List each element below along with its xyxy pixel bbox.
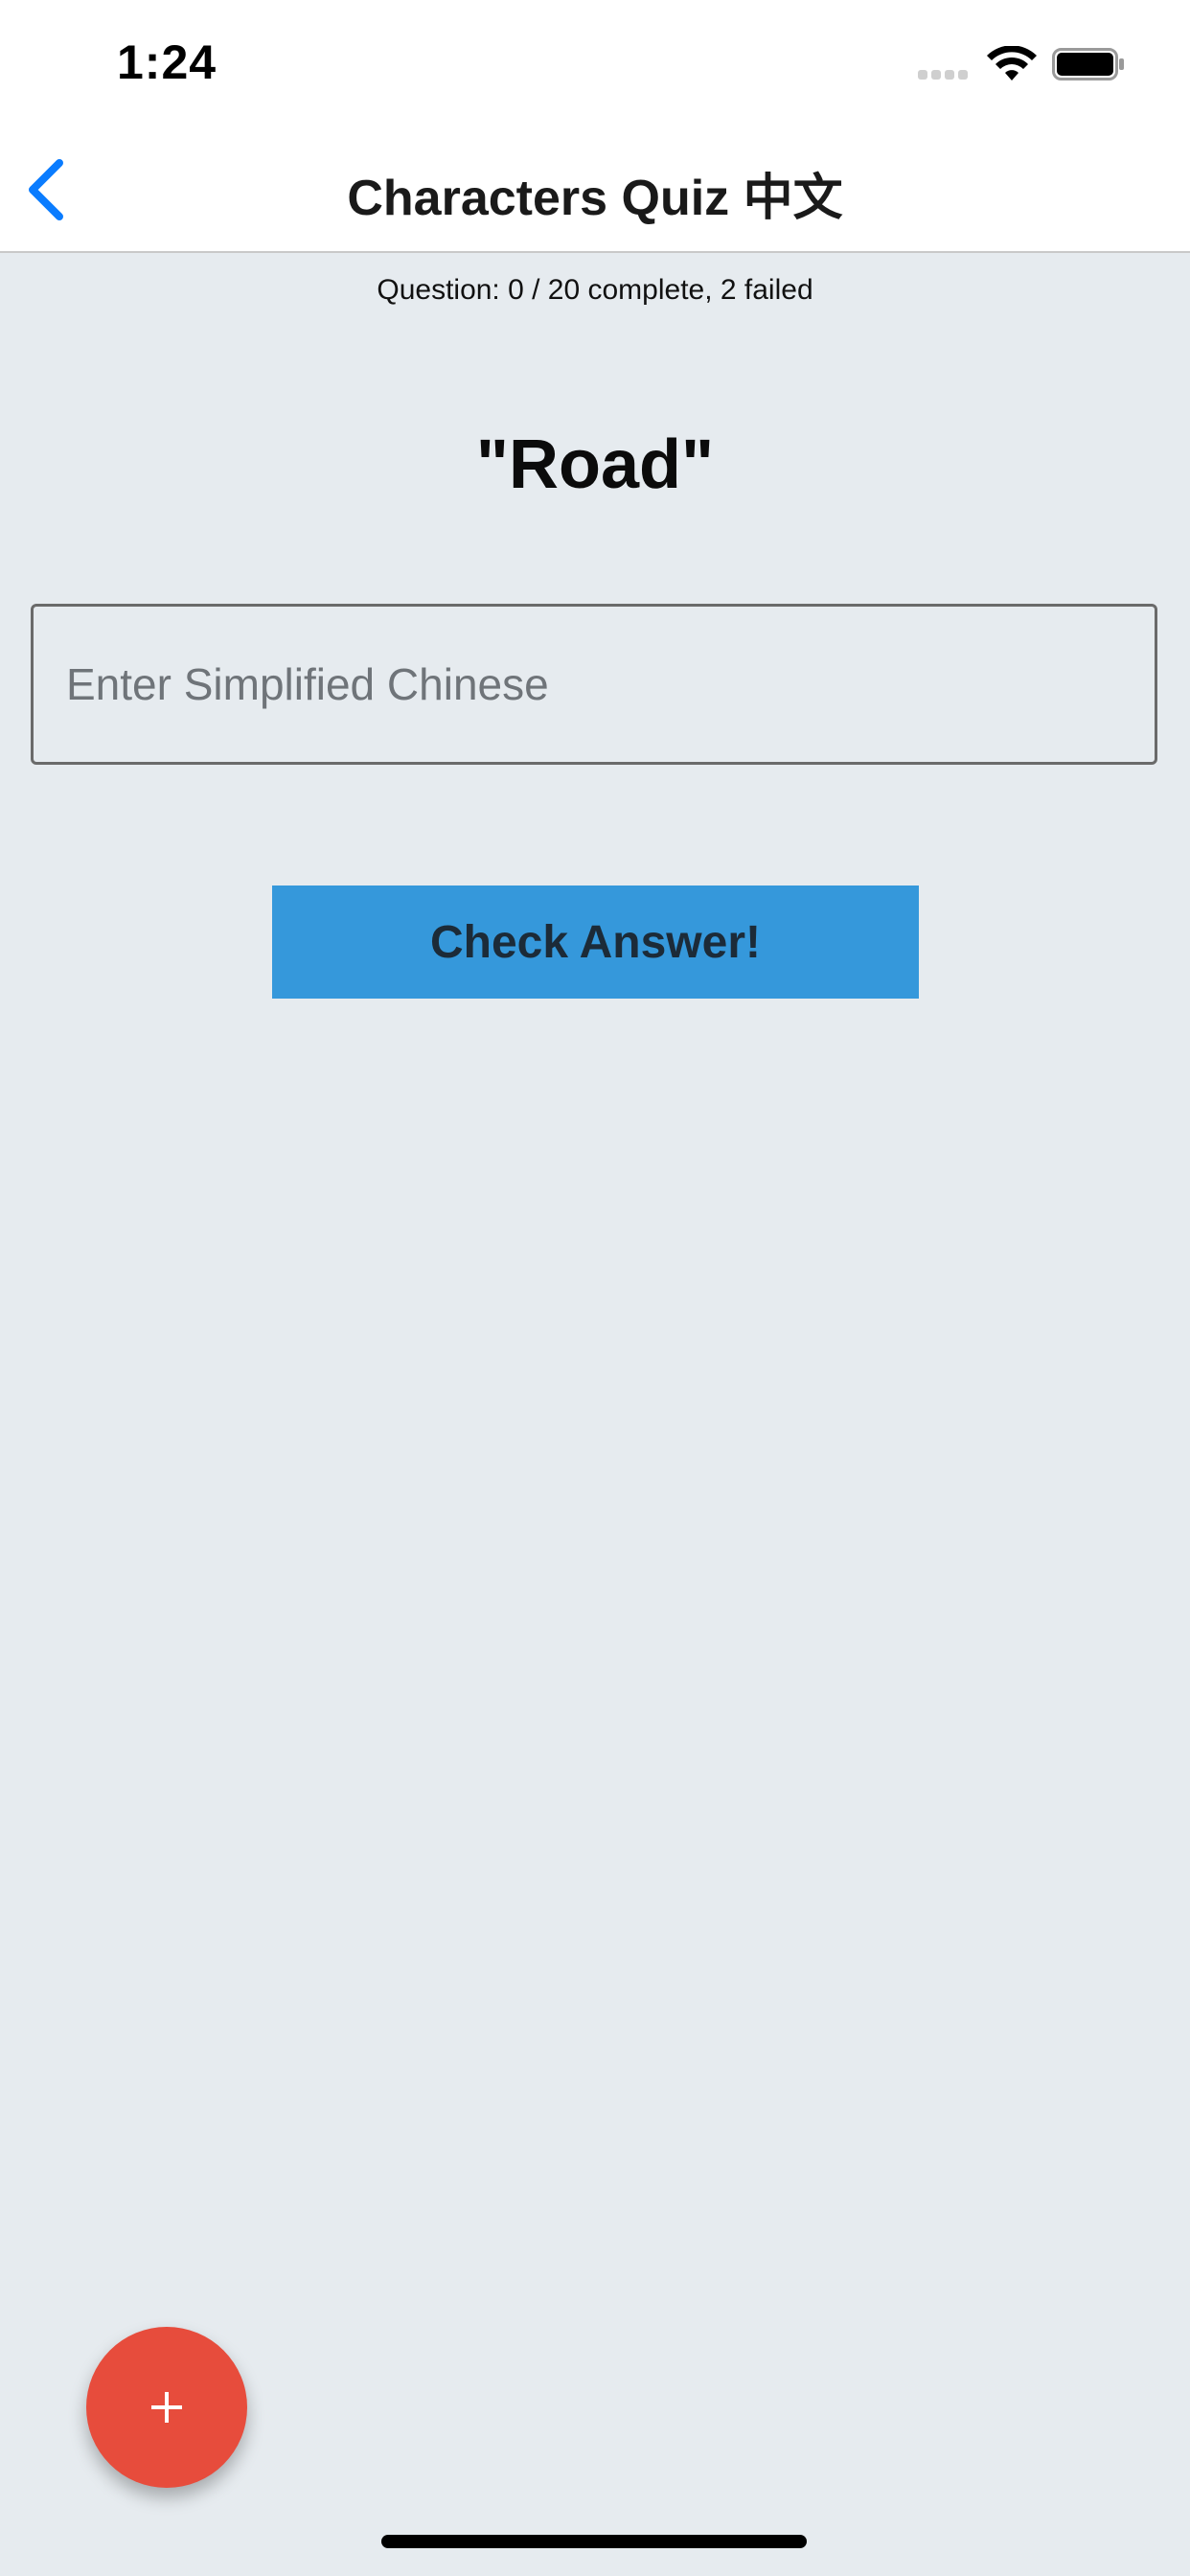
plus-icon xyxy=(151,2392,182,2423)
cellular-signal-icon xyxy=(918,67,973,80)
home-indicator[interactable] xyxy=(381,2535,807,2548)
quiz-prompt-word: "Road" xyxy=(475,426,715,503)
battery-icon xyxy=(1052,48,1124,80)
answer-input[interactable] xyxy=(31,604,1157,765)
status-bar: 1:24 xyxy=(0,0,1190,126)
page-title: Characters Quiz 中文 xyxy=(347,171,843,226)
check-answer-button[interactable]: Check Answer! xyxy=(272,886,919,999)
wifi-icon xyxy=(987,46,1037,80)
navigation-bar: Characters Quiz 中文 xyxy=(0,126,1190,253)
add-fab-button[interactable] xyxy=(86,2327,247,2488)
status-time: 1:24 xyxy=(117,35,217,89)
quiz-progress-text: Question: 0 / 20 complete, 2 failed xyxy=(377,274,813,306)
